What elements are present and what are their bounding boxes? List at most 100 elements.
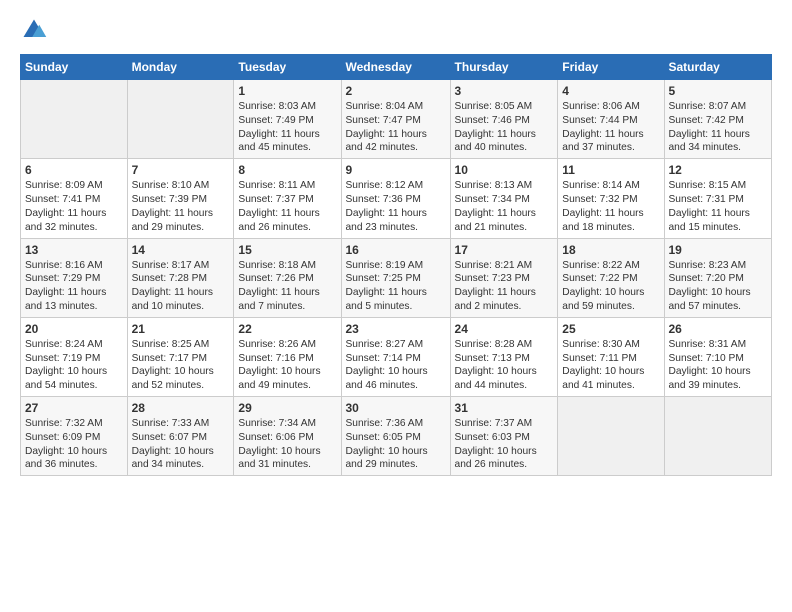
day-number: 14 <box>132 242 230 258</box>
calendar-cell: 11Sunrise: 8:14 AMSunset: 7:32 PMDayligh… <box>558 159 664 238</box>
day-number: 15 <box>238 242 336 258</box>
calendar-cell <box>21 80 128 159</box>
day-info: Sunrise: 8:07 AMSunset: 7:42 PMDaylight:… <box>669 100 768 155</box>
day-info: Sunrise: 7:33 AMSunset: 6:07 PMDaylight:… <box>132 417 230 472</box>
day-number: 12 <box>669 162 768 178</box>
calendar-cell <box>127 80 234 159</box>
calendar-cell: 28Sunrise: 7:33 AMSunset: 6:07 PMDayligh… <box>127 397 234 476</box>
weekday-header-row: SundayMondayTuesdayWednesdayThursdayFrid… <box>21 55 772 80</box>
day-info: Sunrise: 8:18 AMSunset: 7:26 PMDaylight:… <box>238 259 336 314</box>
day-info: Sunrise: 8:06 AMSunset: 7:44 PMDaylight:… <box>562 100 659 155</box>
calendar-cell: 29Sunrise: 7:34 AMSunset: 6:06 PMDayligh… <box>234 397 341 476</box>
weekday-header-sunday: Sunday <box>21 55 128 80</box>
calendar-cell: 14Sunrise: 8:17 AMSunset: 7:28 PMDayligh… <box>127 238 234 317</box>
calendar-week-5: 27Sunrise: 7:32 AMSunset: 6:09 PMDayligh… <box>21 397 772 476</box>
calendar-cell: 26Sunrise: 8:31 AMSunset: 7:10 PMDayligh… <box>664 317 772 396</box>
calendar-cell <box>558 397 664 476</box>
logo-icon <box>20 16 48 44</box>
day-number: 29 <box>238 400 336 416</box>
calendar-cell: 3Sunrise: 8:05 AMSunset: 7:46 PMDaylight… <box>450 80 558 159</box>
day-number: 9 <box>346 162 446 178</box>
day-number: 28 <box>132 400 230 416</box>
day-number: 8 <box>238 162 336 178</box>
calendar-cell: 17Sunrise: 8:21 AMSunset: 7:23 PMDayligh… <box>450 238 558 317</box>
calendar-week-3: 13Sunrise: 8:16 AMSunset: 7:29 PMDayligh… <box>21 238 772 317</box>
calendar-cell: 13Sunrise: 8:16 AMSunset: 7:29 PMDayligh… <box>21 238 128 317</box>
day-info: Sunrise: 7:34 AMSunset: 6:06 PMDaylight:… <box>238 417 336 472</box>
day-info: Sunrise: 8:21 AMSunset: 7:23 PMDaylight:… <box>455 259 554 314</box>
day-info: Sunrise: 8:14 AMSunset: 7:32 PMDaylight:… <box>562 179 659 234</box>
day-number: 23 <box>346 321 446 337</box>
day-info: Sunrise: 8:27 AMSunset: 7:14 PMDaylight:… <box>346 338 446 393</box>
calendar-cell: 21Sunrise: 8:25 AMSunset: 7:17 PMDayligh… <box>127 317 234 396</box>
weekday-header-thursday: Thursday <box>450 55 558 80</box>
day-info: Sunrise: 8:24 AMSunset: 7:19 PMDaylight:… <box>25 338 123 393</box>
day-number: 19 <box>669 242 768 258</box>
day-info: Sunrise: 8:13 AMSunset: 7:34 PMDaylight:… <box>455 179 554 234</box>
day-number: 4 <box>562 83 659 99</box>
day-info: Sunrise: 8:05 AMSunset: 7:46 PMDaylight:… <box>455 100 554 155</box>
day-info: Sunrise: 8:16 AMSunset: 7:29 PMDaylight:… <box>25 259 123 314</box>
weekday-header-tuesday: Tuesday <box>234 55 341 80</box>
day-number: 7 <box>132 162 230 178</box>
day-number: 26 <box>669 321 768 337</box>
day-number: 31 <box>455 400 554 416</box>
day-info: Sunrise: 8:19 AMSunset: 7:25 PMDaylight:… <box>346 259 446 314</box>
calendar-cell: 4Sunrise: 8:06 AMSunset: 7:44 PMDaylight… <box>558 80 664 159</box>
day-number: 22 <box>238 321 336 337</box>
day-number: 25 <box>562 321 659 337</box>
calendar-table: SundayMondayTuesdayWednesdayThursdayFrid… <box>20 54 772 476</box>
day-number: 6 <box>25 162 123 178</box>
calendar-cell: 23Sunrise: 8:27 AMSunset: 7:14 PMDayligh… <box>341 317 450 396</box>
calendar-cell: 25Sunrise: 8:30 AMSunset: 7:11 PMDayligh… <box>558 317 664 396</box>
day-info: Sunrise: 8:10 AMSunset: 7:39 PMDaylight:… <box>132 179 230 234</box>
day-number: 27 <box>25 400 123 416</box>
logo <box>20 16 52 44</box>
day-info: Sunrise: 7:36 AMSunset: 6:05 PMDaylight:… <box>346 417 446 472</box>
day-info: Sunrise: 7:37 AMSunset: 6:03 PMDaylight:… <box>455 417 554 472</box>
day-info: Sunrise: 8:12 AMSunset: 7:36 PMDaylight:… <box>346 179 446 234</box>
day-info: Sunrise: 8:17 AMSunset: 7:28 PMDaylight:… <box>132 259 230 314</box>
day-info: Sunrise: 8:22 AMSunset: 7:22 PMDaylight:… <box>562 259 659 314</box>
day-number: 3 <box>455 83 554 99</box>
day-info: Sunrise: 8:26 AMSunset: 7:16 PMDaylight:… <box>238 338 336 393</box>
day-info: Sunrise: 8:03 AMSunset: 7:49 PMDaylight:… <box>238 100 336 155</box>
calendar-cell: 30Sunrise: 7:36 AMSunset: 6:05 PMDayligh… <box>341 397 450 476</box>
day-info: Sunrise: 8:04 AMSunset: 7:47 PMDaylight:… <box>346 100 446 155</box>
calendar-cell: 10Sunrise: 8:13 AMSunset: 7:34 PMDayligh… <box>450 159 558 238</box>
header <box>20 16 772 44</box>
calendar-cell: 7Sunrise: 8:10 AMSunset: 7:39 PMDaylight… <box>127 159 234 238</box>
day-info: Sunrise: 8:31 AMSunset: 7:10 PMDaylight:… <box>669 338 768 393</box>
calendar-cell: 24Sunrise: 8:28 AMSunset: 7:13 PMDayligh… <box>450 317 558 396</box>
day-info: Sunrise: 8:11 AMSunset: 7:37 PMDaylight:… <box>238 179 336 234</box>
weekday-header-monday: Monday <box>127 55 234 80</box>
day-number: 18 <box>562 242 659 258</box>
weekday-header-wednesday: Wednesday <box>341 55 450 80</box>
calendar-cell: 12Sunrise: 8:15 AMSunset: 7:31 PMDayligh… <box>664 159 772 238</box>
page: SundayMondayTuesdayWednesdayThursdayFrid… <box>0 0 792 612</box>
calendar-cell: 19Sunrise: 8:23 AMSunset: 7:20 PMDayligh… <box>664 238 772 317</box>
calendar-cell: 22Sunrise: 8:26 AMSunset: 7:16 PMDayligh… <box>234 317 341 396</box>
day-number: 30 <box>346 400 446 416</box>
calendar-cell <box>664 397 772 476</box>
day-info: Sunrise: 7:32 AMSunset: 6:09 PMDaylight:… <box>25 417 123 472</box>
calendar-cell: 16Sunrise: 8:19 AMSunset: 7:25 PMDayligh… <box>341 238 450 317</box>
calendar-week-4: 20Sunrise: 8:24 AMSunset: 7:19 PMDayligh… <box>21 317 772 396</box>
day-number: 1 <box>238 83 336 99</box>
calendar-cell: 5Sunrise: 8:07 AMSunset: 7:42 PMDaylight… <box>664 80 772 159</box>
calendar-cell: 6Sunrise: 8:09 AMSunset: 7:41 PMDaylight… <box>21 159 128 238</box>
calendar-cell: 18Sunrise: 8:22 AMSunset: 7:22 PMDayligh… <box>558 238 664 317</box>
day-number: 10 <box>455 162 554 178</box>
calendar-cell: 8Sunrise: 8:11 AMSunset: 7:37 PMDaylight… <box>234 159 341 238</box>
calendar-cell: 9Sunrise: 8:12 AMSunset: 7:36 PMDaylight… <box>341 159 450 238</box>
day-info: Sunrise: 8:09 AMSunset: 7:41 PMDaylight:… <box>25 179 123 234</box>
calendar-week-1: 1Sunrise: 8:03 AMSunset: 7:49 PMDaylight… <box>21 80 772 159</box>
day-info: Sunrise: 8:15 AMSunset: 7:31 PMDaylight:… <box>669 179 768 234</box>
day-number: 2 <box>346 83 446 99</box>
calendar-cell: 27Sunrise: 7:32 AMSunset: 6:09 PMDayligh… <box>21 397 128 476</box>
calendar-cell: 1Sunrise: 8:03 AMSunset: 7:49 PMDaylight… <box>234 80 341 159</box>
day-info: Sunrise: 8:23 AMSunset: 7:20 PMDaylight:… <box>669 259 768 314</box>
calendar-cell: 2Sunrise: 8:04 AMSunset: 7:47 PMDaylight… <box>341 80 450 159</box>
calendar-week-2: 6Sunrise: 8:09 AMSunset: 7:41 PMDaylight… <box>21 159 772 238</box>
day-number: 17 <box>455 242 554 258</box>
